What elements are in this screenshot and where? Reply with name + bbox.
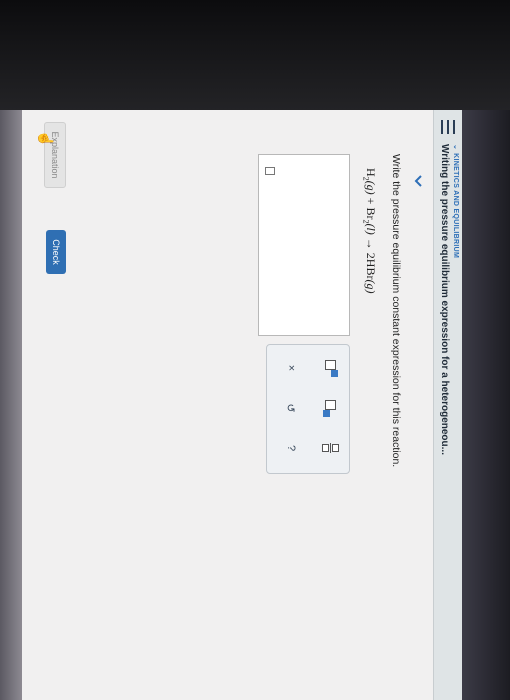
photo-background-right xyxy=(462,110,510,700)
question-prompt: Write the pressure equilibrium constant … xyxy=(390,154,402,468)
help-button[interactable]: ? xyxy=(281,435,301,461)
subscript-button[interactable] xyxy=(321,395,341,421)
photo-background-left xyxy=(0,110,22,700)
collapse-chevron-icon[interactable] xyxy=(412,174,424,188)
answer-input[interactable] xyxy=(258,154,350,336)
chevron-down-icon: ⌄ xyxy=(452,144,459,151)
math-palette: × ↺ ? xyxy=(266,344,350,474)
photo-background-top xyxy=(0,0,510,110)
undo-button[interactable]: ↺ xyxy=(281,395,301,421)
fraction-button[interactable] xyxy=(321,435,341,461)
check-button[interactable]: Check xyxy=(46,230,66,274)
reaction-equation: H2(g) + Br2(l) → 2HBr(g) xyxy=(361,168,378,294)
input-placeholder-box xyxy=(265,167,275,175)
topic-breadcrumb[interactable]: ⌄KINETICS AND EQUILIBRIUM xyxy=(452,144,460,258)
app-header: ⌄KINETICS AND EQUILIBRIUM Writing the pr… xyxy=(433,110,462,700)
hand-pointer-icon: ☝ xyxy=(38,130,54,148)
hamburger-menu-icon[interactable] xyxy=(441,120,455,134)
screen: ⌄KINETICS AND EQUILIBRIUM Writing the pr… xyxy=(22,110,462,700)
superscript-button[interactable] xyxy=(321,355,341,381)
page-title: Writing the pressure equilibrium express… xyxy=(439,144,450,455)
clear-button[interactable]: × xyxy=(281,355,301,381)
